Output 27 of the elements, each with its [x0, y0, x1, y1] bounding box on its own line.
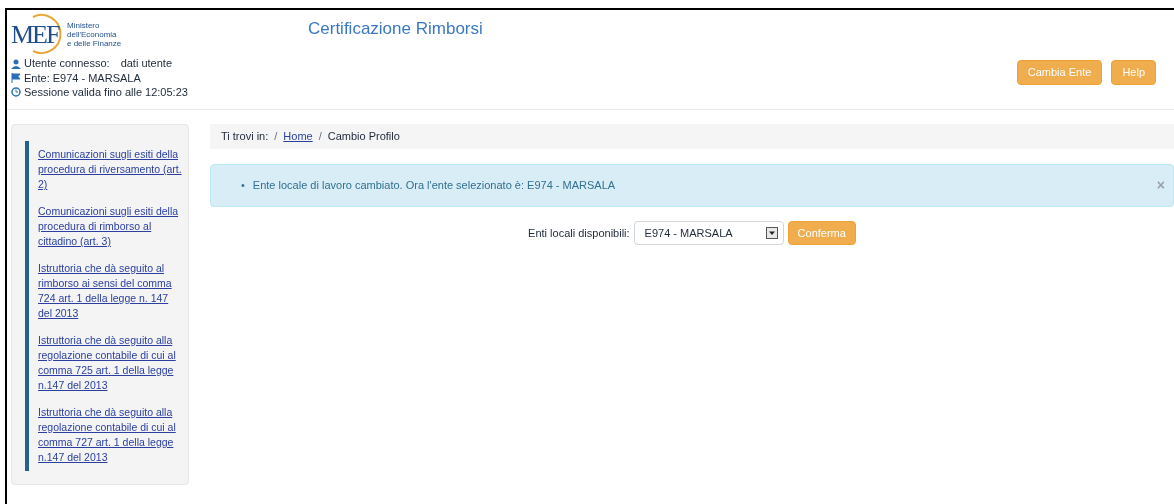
sidebar-link[interactable]: Comunicazioni sugli esiti della procedura di rimborso al cittadino (art. 3): [38, 204, 185, 249]
user-value: dati utente: [120, 56, 172, 72]
page-title: Certificazione Rimborsi: [307, 18, 484, 40]
alert-message: Ente locale di lavoro cambiato. Ora l'ente selezionato è: E974 - MARSALA: [252, 178, 617, 194]
session-label: Sessione valida fino alle 12:05:23: [24, 84, 188, 100]
ente-label: Ente: E974 - MARSALA: [24, 70, 141, 86]
user-label: Utente connesso:: [24, 56, 110, 72]
logo-text: Ministero: [67, 20, 101, 30]
field-label: Enti locali disponibili:: [528, 225, 630, 241]
breadcrumb-prefix: Ti trovi in:: [221, 129, 269, 145]
logo-text: dell'Economia: [67, 29, 118, 39]
flag-icon: [11, 73, 21, 83]
sidebar-link[interactable]: Istruttoria che dà seguito al rimborso ai sensi del comma 724 art. 1 della legge n. 147 del 2013: [38, 261, 185, 321]
breadcrumb-current: Cambio Profilo: [327, 129, 400, 145]
user-icon: [11, 58, 21, 69]
breadcrumb-separator: /: [318, 129, 322, 145]
logo-text: e delle Finanze: [67, 38, 122, 48]
dropdown-icon: [765, 227, 778, 239]
sidebar-link[interactable]: Istruttoria che dà seguito alla regolazione contabile di cui al comma 727 art. 1 della legge n.147 del 2013: [38, 405, 185, 465]
sidebar-link[interactable]: Istruttoria che dà seguito alla regolazione contabile di cui al comma 725 art. 1 della legge n.147 del 2013: [38, 333, 185, 393]
clock-icon: [11, 87, 21, 97]
breadcrumb-separator: /: [274, 129, 278, 145]
select-field[interactable]: E974 - MARSALA: [633, 221, 784, 245]
breadcrumb-link[interactable]: Home: [283, 128, 313, 145]
logo-mark: MEF: [11, 13, 65, 55]
bullet-mark: •: [241, 178, 245, 194]
sidebar-link[interactable]: Comunicazioni sugli esiti della procedura di riversamento (art. 2): [38, 147, 185, 192]
